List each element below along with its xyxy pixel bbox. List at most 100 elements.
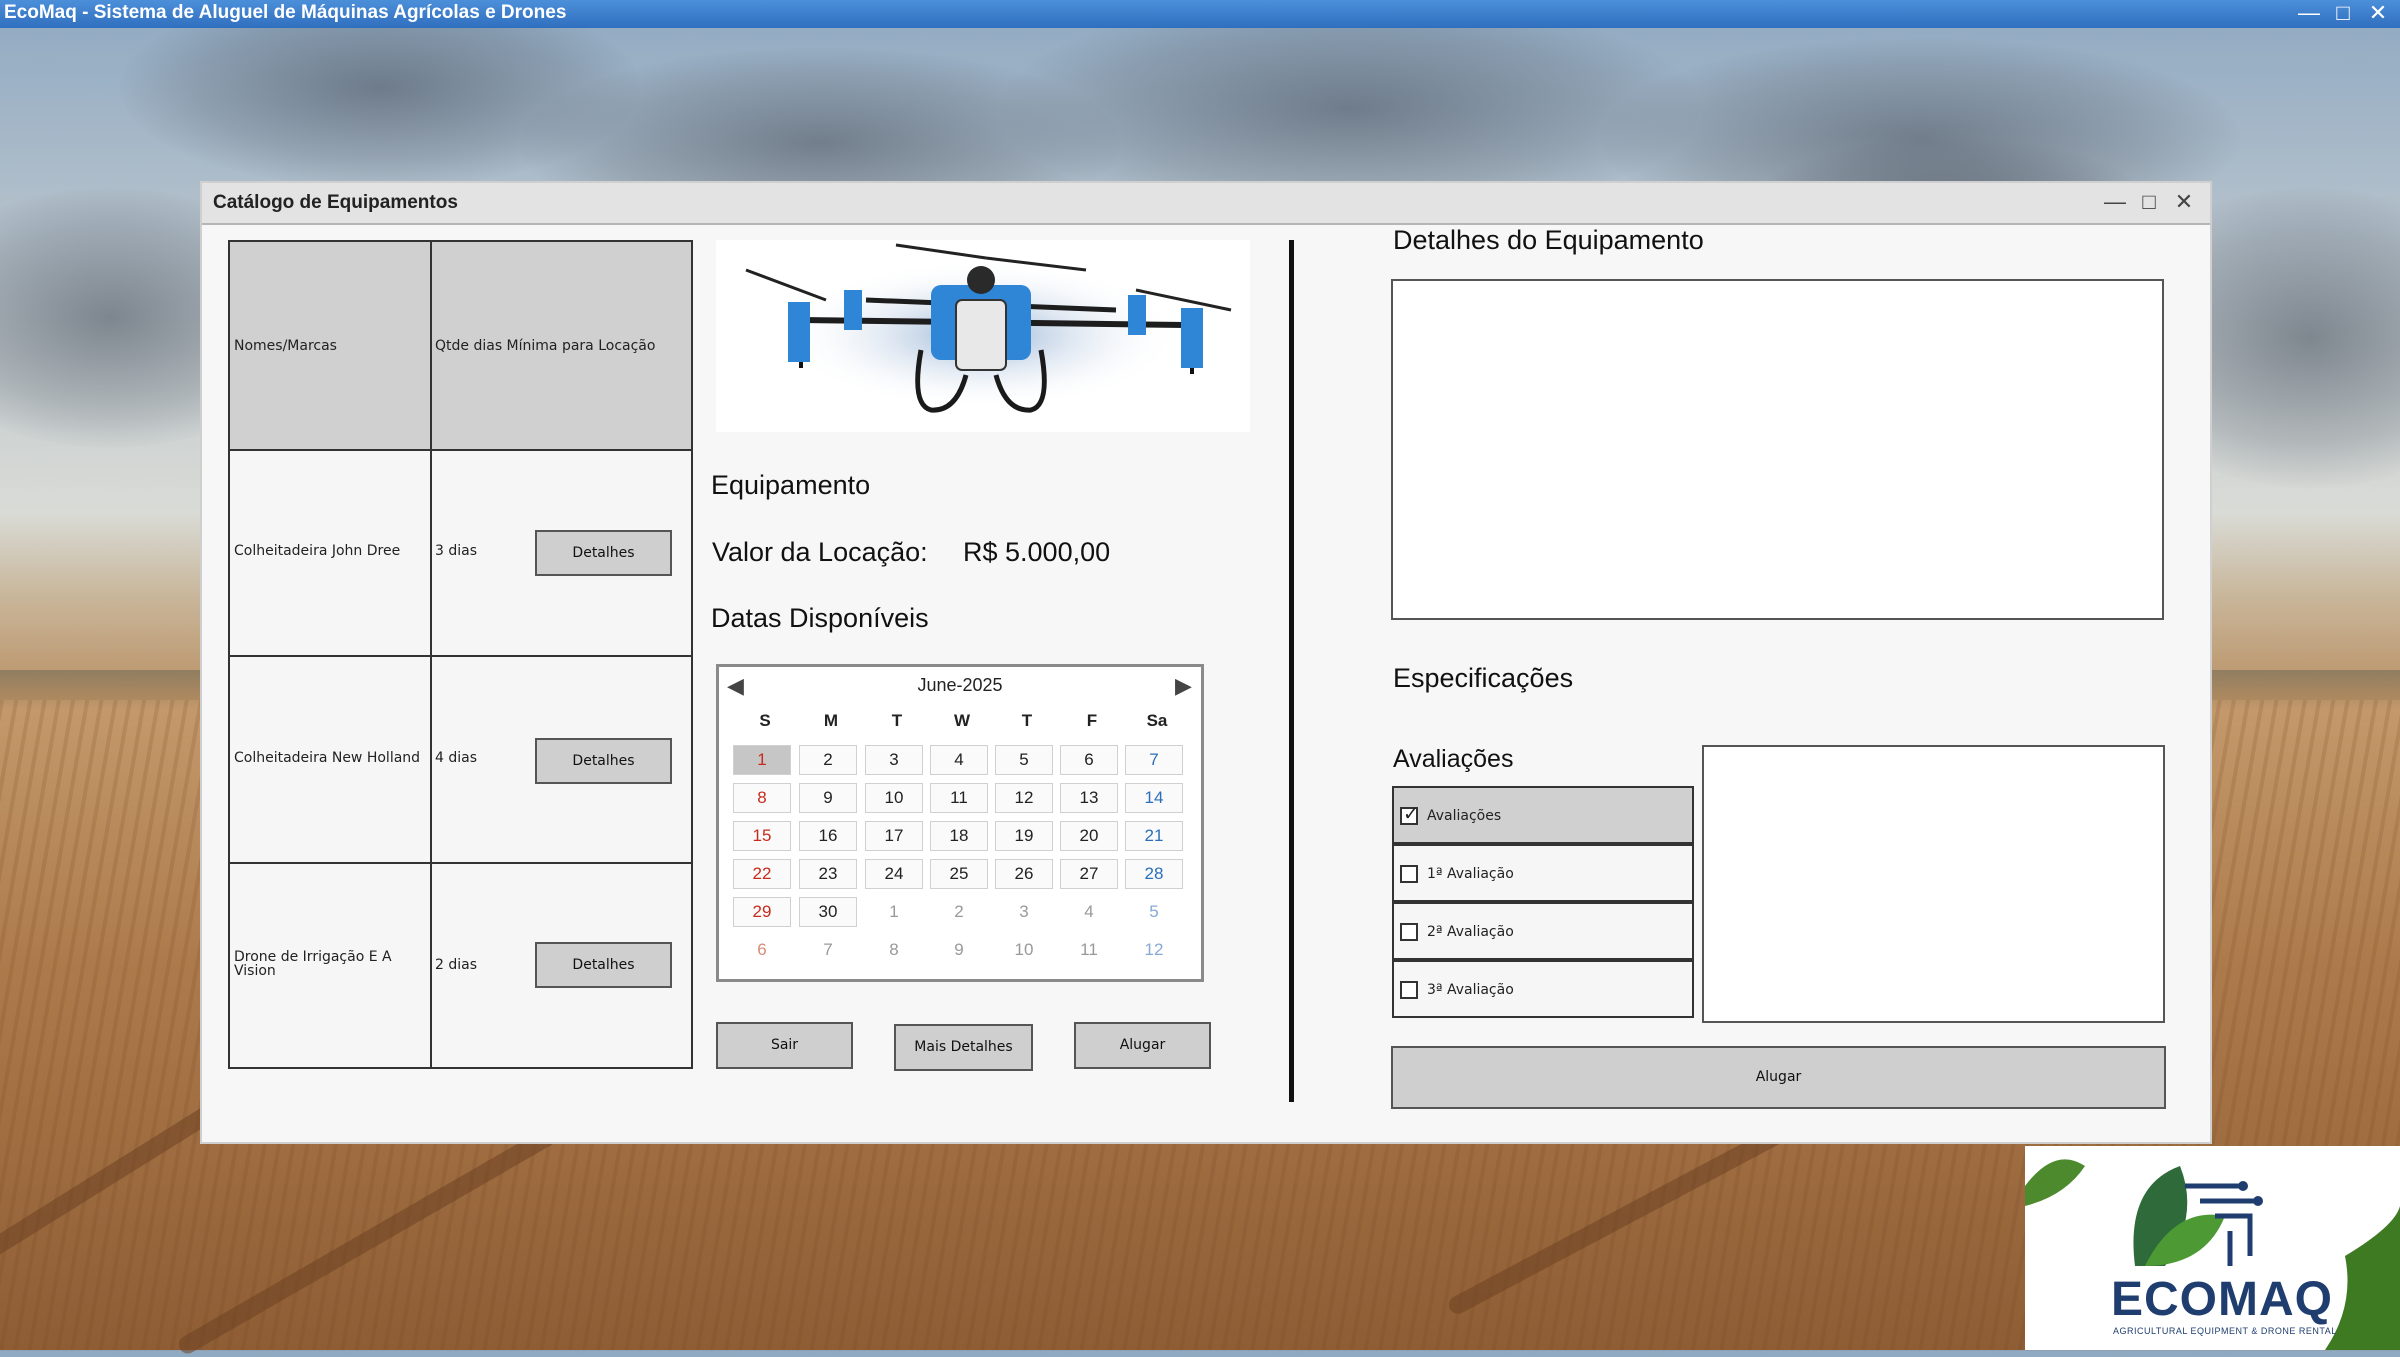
review-checkbox[interactable] [1400,981,1418,999]
calendar-day[interactable]: 9 [930,935,988,965]
weekday-label: W [953,711,971,730]
logo-tagline: AGRICULTURAL EQUIPMENT & DRONE RENTAL [2113,1326,2337,1336]
weekday-label: M [823,711,839,730]
calendar-day[interactable]: 10 [865,783,923,813]
calendar-day[interactable]: 26 [995,859,1053,889]
dialog-maximize-icon[interactable]: □ [2134,189,2164,217]
review-checkbox[interactable] [1400,923,1418,941]
next-month-arrow-icon[interactable]: ▶ [1175,673,1192,699]
row-divider [230,655,691,657]
details-heading: Detalhes do Equipamento [1393,225,1704,255]
rent-button[interactable]: Alugar [1074,1022,1211,1069]
exit-button[interactable]: Sair [716,1022,853,1069]
review-label: 2ª Avaliação [1427,924,1514,940]
table-header: Nomes/Marcas Qtde dias Mínima para Locaç… [230,242,691,451]
calendar-day[interactable]: 3 [995,897,1053,927]
weekday-label: Sa [1146,711,1168,730]
review-label: 1ª Avaliação [1427,866,1514,882]
app-titlebar: EcoMaq - Sistema de Aluguel de Máquinas … [0,0,2400,28]
equipment-name: Colheitadeira New Holland [234,750,421,766]
calendar-day[interactable]: 16 [799,821,857,851]
equipment-min-days: 4 dias [435,750,478,766]
check-icon: ✓ [1403,804,1419,825]
dialog-minimize-icon[interactable]: ― [2100,189,2130,217]
calendar-day[interactable]: 30 [799,897,857,927]
calendar-day[interactable]: 12 [1125,935,1183,965]
price-label: Valor da Locação: [712,537,928,567]
calendar-day[interactable]: 15 [733,821,791,851]
calendar-day[interactable]: 2 [799,745,857,775]
calendar-day[interactable]: 6 [733,935,791,965]
logo-name: ECOMAQ [2111,1273,2333,1326]
weekday-label: T [1021,711,1033,730]
rent-main-button[interactable]: Alugar [1391,1046,2166,1109]
review-label: Avaliações [1427,808,1502,824]
weekday-label: S [759,711,771,730]
calendar-day[interactable]: 10 [995,935,1053,965]
row-divider [230,862,691,864]
review-text-area[interactable] [1702,745,2165,1023]
equipment-min-days: 2 dias [435,957,478,973]
equipment-heading: Equipamento [711,470,871,500]
date-picker: ◀ June-2025 ▶ S M T W T F Sa 1 2 3 4 5 6 7 8 9 10… [716,664,1204,982]
calendar-day[interactable]: 18 [930,821,988,851]
review-label: 3ª Avaliação [1427,982,1514,998]
review-checkbox[interactable] [1400,865,1418,883]
calendar-day[interactable]: 25 [930,859,988,889]
calendar-day[interactable]: 3 [865,745,923,775]
review-row[interactable]: 1ª Avaliação [1392,844,1694,902]
calendar-day[interactable]: 19 [995,821,1053,851]
available-dates-heading: Datas Disponíveis [711,603,929,633]
dialog-title: Catálogo de Equipamentos [213,192,458,213]
calendar-day[interactable]: 8 [865,935,923,965]
calendar-day[interactable]: 21 [1125,821,1183,851]
details-button[interactable]: Detalhes [535,738,672,784]
calendar-day[interactable]: 29 [733,897,791,927]
calendar-day[interactable]: 11 [930,783,988,813]
minimize-icon[interactable]: ― [2291,0,2327,28]
dialog-titlebar: Catálogo de Equipamentos ― □ ✕ [202,183,2210,225]
weekday-label: T [891,711,903,730]
calendar-day[interactable]: 13 [1060,783,1118,813]
more-details-button[interactable]: Mais Detalhes [894,1024,1033,1071]
calendar-day[interactable]: 24 [865,859,923,889]
calendar-day[interactable]: 27 [1060,859,1118,889]
details-button[interactable]: Detalhes [535,942,672,988]
calendar-day[interactable]: 7 [799,935,857,965]
details-textarea[interactable] [1391,279,2164,620]
calendar-day[interactable]: 1 [865,897,923,927]
drone-image [745,243,1232,413]
calendar-day[interactable]: 2 [930,897,988,927]
column-header-days: Qtde dias Mínima para Locação [435,338,656,354]
calendar-day[interactable]: 14 [1125,783,1183,813]
weekday-label: F [1086,711,1098,730]
ecomaq-logo: ECOMAQ AGRICULTURAL EQUIPMENT & DRONE RE… [2025,1146,2400,1350]
calendar-day[interactable]: 12 [995,783,1053,813]
review-header-row[interactable]: ✓ Avaliações [1392,786,1694,844]
calendar-day[interactable]: 28 [1125,859,1183,889]
equipment-name: Colheitadeira John Dree [234,543,401,559]
calendar-day[interactable]: 11 [1060,935,1118,965]
reviews-heading: Avaliações [1393,745,1514,773]
calendar-day[interactable]: 8 [733,783,791,813]
review-row[interactable]: 2ª Avaliação [1392,902,1694,960]
dialog-close-icon[interactable]: ✕ [2169,189,2199,217]
calendar-day[interactable]: 1 [733,745,791,775]
calendar-day[interactable]: 7 [1125,745,1183,775]
maximize-icon[interactable]: □ [2325,0,2361,28]
calendar-day[interactable]: 17 [865,821,923,851]
calendar-day[interactable]: 23 [799,859,857,889]
calendar-day[interactable]: 4 [930,745,988,775]
calendar-day[interactable]: 5 [995,745,1053,775]
reviews-checkbox[interactable]: ✓ [1400,804,1419,825]
calendar-day[interactable]: 20 [1060,821,1118,851]
calendar-day[interactable]: 5 [1125,897,1183,927]
calendar-day[interactable]: 4 [1060,897,1118,927]
calendar-day[interactable]: 22 [733,859,791,889]
close-icon[interactable]: ✕ [2360,0,2396,28]
review-row[interactable]: 3ª Avaliação [1392,960,1694,1018]
vertical-divider [1289,240,1294,1102]
calendar-day[interactable]: 9 [799,783,857,813]
details-button[interactable]: Detalhes [535,530,672,576]
calendar-day[interactable]: 6 [1060,745,1118,775]
